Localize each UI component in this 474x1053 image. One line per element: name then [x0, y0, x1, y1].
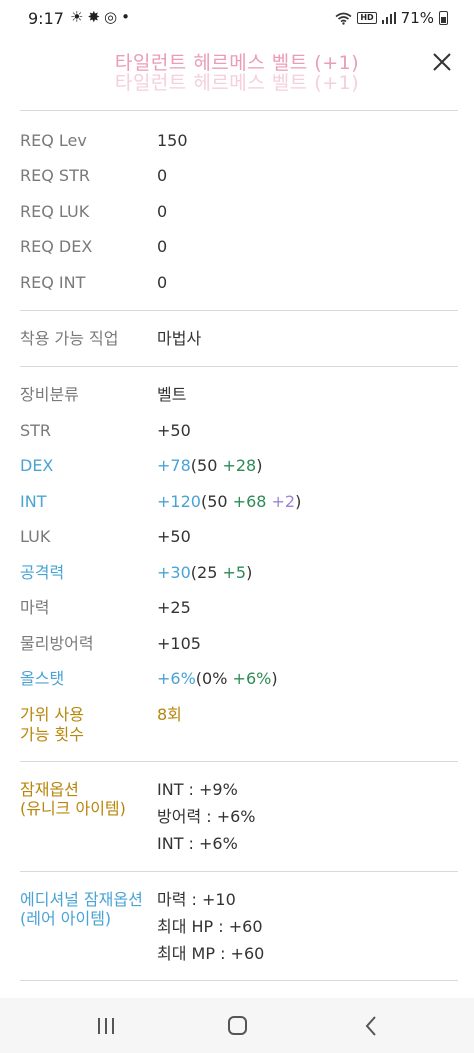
back-button[interactable] — [356, 1012, 386, 1040]
close-button[interactable] — [424, 44, 460, 80]
allstat-total: +6% — [157, 669, 196, 688]
req-value: 0 — [157, 273, 168, 292]
system-nav-bar — [0, 998, 474, 1053]
potential-line: 방어력 : +6% — [157, 807, 256, 826]
req-value: 0 — [157, 166, 168, 185]
divider — [20, 980, 458, 981]
attack-base: 25 — [197, 563, 218, 582]
str-value: +50 — [157, 421, 191, 440]
attack-bonus: +5 — [222, 563, 247, 582]
dex-total: +78 — [157, 456, 191, 475]
int-base: 50 — [207, 492, 228, 511]
divider — [20, 761, 458, 762]
allstat-label: 올스탯 — [20, 669, 65, 688]
divider — [20, 871, 458, 872]
sun-icon: ☀ — [70, 8, 88, 26]
potential-label-line2: (유니크 아이템) — [20, 799, 126, 818]
allstat-value: +6%(0% +6%) — [157, 669, 278, 689]
additional-lines: 마력 : +10 최대 HP : +60 최대 MP : +60 — [157, 886, 264, 967]
defense-label: 물리방어력 — [20, 634, 94, 653]
recent-apps-button[interactable] — [91, 1012, 121, 1040]
attack-value: +30(25 +5) — [157, 563, 252, 583]
int-label: INT — [20, 492, 47, 511]
battery-percent: 71% — [400, 9, 434, 27]
potential-label: 잠재옵션 (유니크 아이템) — [20, 780, 126, 818]
signal-icon — [381, 12, 396, 24]
potential-line: INT : +9% — [157, 780, 238, 799]
req-label: REQ STR — [20, 166, 90, 185]
additional-label-line1: 에디셔널 잠재옵션 — [20, 890, 143, 909]
potential-label-line1: 잠재옵션 — [20, 780, 79, 799]
int-bonus: +68 — [232, 492, 267, 511]
req-value: 150 — [157, 131, 188, 150]
additional-line: 마력 : +10 — [157, 890, 236, 909]
scissors-label-line1: 가위 사용 — [20, 705, 84, 724]
req-label: REQ Lev — [20, 131, 87, 150]
dex-paren-close: ) — [256, 456, 263, 475]
status-time: 9:17 — [28, 9, 64, 28]
additional-line: 최대 MP : +60 — [157, 944, 265, 963]
allstat-base: 0% — [202, 669, 228, 688]
job-value: 마법사 — [157, 329, 202, 348]
item-title-shadow: 타일런트 헤르메스 벨트 (+1) — [114, 72, 360, 94]
scissors-label: 가위 사용 가능 횟수 — [20, 705, 84, 745]
status-bar: 9:17 ☀✸◎• HD 71% — [0, 0, 474, 38]
req-value: 0 — [157, 202, 168, 221]
dex-label: DEX — [20, 456, 54, 475]
star-badge-icon: ✸ — [87, 8, 105, 26]
dot-icon: • — [121, 8, 134, 26]
category-value: 벨트 — [157, 385, 187, 404]
int-value: +120(50 +68 +2) — [157, 492, 301, 512]
req-label: REQ INT — [20, 273, 86, 292]
dex-base: 50 — [197, 456, 218, 475]
req-label: REQ LUK — [20, 202, 90, 221]
status-right: HD 71% — [335, 9, 448, 27]
defense-value: +105 — [157, 634, 201, 653]
status-notification-icons: ☀✸◎• — [70, 8, 134, 26]
req-label: REQ DEX — [20, 237, 93, 256]
potential-line: INT : +6% — [157, 834, 238, 853]
attack-paren-close: ) — [246, 563, 253, 582]
luk-value: +50 — [157, 527, 191, 546]
divider — [20, 366, 458, 367]
additional-line: 최대 HP : +60 — [157, 917, 263, 936]
additional-label-line2: (레어 아이템) — [20, 909, 112, 928]
home-button[interactable] — [222, 1012, 252, 1040]
battery-icon — [439, 11, 448, 25]
additional-label: 에디셔널 잠재옵션 (레어 아이템) — [20, 890, 143, 928]
int-total: +120 — [157, 492, 201, 511]
back-icon — [365, 1016, 376, 1036]
item-header: 타일런트 헤르메스 벨트 (+1) 타일런트 헤르메스 벨트 (+1) — [0, 38, 474, 108]
category-label: 장비분류 — [20, 385, 79, 404]
recent-apps-icon — [98, 1018, 114, 1034]
attack-label: 공격력 — [20, 563, 65, 582]
hd-voice-badge: HD — [357, 12, 377, 24]
str-label: STR — [20, 421, 52, 440]
attack-total: +30 — [157, 563, 191, 582]
divider — [20, 110, 458, 111]
req-value: 0 — [157, 237, 168, 256]
potential-lines: INT : +9% 방어력 : +6% INT : +6% — [157, 776, 256, 857]
dex-bonus: +28 — [222, 456, 257, 475]
scissors-label-line2: 가능 횟수 — [20, 725, 84, 744]
allstat-paren-close: ) — [271, 669, 278, 688]
job-label: 착용 가능 직업 — [20, 329, 119, 348]
target-icon: ◎ — [104, 8, 122, 26]
magic-value: +25 — [157, 598, 191, 617]
magic-label: 마력 — [20, 598, 50, 617]
scissors-value: 8회 — [157, 705, 182, 724]
close-icon — [433, 53, 451, 71]
home-icon — [228, 1016, 247, 1035]
int-enhance: +2 — [271, 492, 296, 511]
wifi-icon — [335, 12, 352, 25]
dex-value: +78(50 +28) — [157, 456, 262, 476]
int-paren-close: ) — [295, 492, 302, 511]
luk-label: LUK — [20, 527, 51, 546]
divider — [20, 310, 458, 311]
allstat-bonus: +6% — [232, 669, 272, 688]
